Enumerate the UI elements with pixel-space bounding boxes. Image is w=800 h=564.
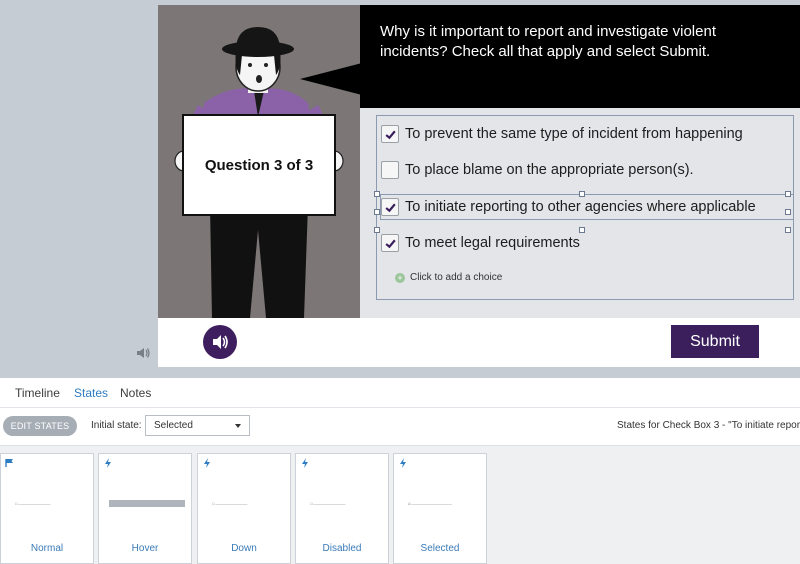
answers-panel: To prevent the same type of incident fro…: [360, 108, 800, 318]
slide: Question 3 of 3 Why is it important to r…: [158, 5, 800, 367]
resize-handle[interactable]: [374, 191, 380, 197]
state-label: Normal: [30, 543, 64, 554]
checkbox[interactable]: [381, 125, 399, 143]
speech-bubble-tail: [300, 63, 362, 95]
state-thumbnail-hover[interactable]: Hover: [98, 453, 192, 564]
resize-handle[interactable]: [785, 209, 791, 215]
states-toolbar: EDIT STATES Initial state: Selected Stat…: [0, 408, 800, 446]
character-panel: Question 3 of 3: [158, 5, 360, 318]
resize-handle[interactable]: [374, 227, 380, 233]
tab-states[interactable]: States: [74, 386, 108, 400]
chevron-down-icon: [235, 424, 241, 428]
state-thumbnail-normal[interactable]: ☐ ─────────────── Normal: [0, 453, 94, 564]
state-preview: [109, 500, 185, 507]
state-label: Hover: [131, 543, 159, 554]
choice-item[interactable]: To meet legal requirements: [381, 231, 580, 255]
checkbox[interactable]: [381, 198, 399, 216]
initial-state-value: Selected: [154, 420, 193, 431]
choice-label: To place blame on the appropriate person…: [405, 162, 694, 178]
flag-icon: [5, 459, 13, 467]
checkbox[interactable]: [381, 161, 399, 179]
state-preview: ☐ ───────────────: [310, 502, 346, 506]
panel-tabs: Timeline States Notes: [0, 378, 800, 408]
checkmark-icon: [384, 203, 396, 212]
state-label: Down: [231, 543, 257, 554]
checkmark-icon: [384, 130, 396, 139]
tab-timeline[interactable]: Timeline: [15, 386, 60, 400]
resize-handle[interactable]: [579, 227, 585, 233]
add-choice-link[interactable]: + Click to add a choice: [395, 272, 502, 283]
state-preview: ☐ ───────────────: [15, 502, 51, 506]
states-list: ☐ ─────────────── Normal Hover ☐ ───────…: [0, 446, 800, 564]
state-preview: ☐ ───────────────: [212, 502, 248, 506]
add-choice-label: Click to add a choice: [410, 272, 503, 283]
choice-label: To meet legal requirements: [405, 235, 580, 251]
edit-states-button[interactable]: EDIT STATES: [3, 416, 77, 436]
initial-state-label: Initial state:: [91, 420, 142, 431]
checkmark-icon: [384, 239, 396, 248]
choices-group: To prevent the same type of incident fro…: [374, 115, 794, 300]
resize-handle[interactable]: [785, 191, 791, 197]
plus-circle-icon: +: [395, 272, 405, 283]
states-for-label: States for Check Box 3 - "To initiate re…: [617, 420, 800, 431]
slide-controls: Submit: [158, 318, 800, 367]
question-panel: Why is it important to report and invest…: [360, 5, 800, 108]
state-preview: ☑ ───────────────────: [408, 502, 452, 506]
choice-item-selected[interactable]: To initiate reporting to other agencies …: [380, 194, 794, 220]
choice-label: To prevent the same type of incident fro…: [405, 126, 743, 142]
lightning-icon: [302, 458, 308, 468]
volume-icon[interactable]: [135, 346, 151, 365]
state-thumbnail-down[interactable]: ☐ ─────────────── Down: [197, 453, 291, 564]
state-label: Disabled: [322, 543, 362, 554]
lightning-icon: [400, 458, 406, 468]
initial-state-dropdown[interactable]: Selected: [145, 415, 250, 436]
speaker-icon: [213, 335, 228, 349]
state-label: Selected: [420, 543, 460, 554]
audio-button[interactable]: [203, 325, 237, 359]
tab-notes[interactable]: Notes: [120, 386, 151, 400]
choice-item[interactable]: To prevent the same type of incident fro…: [381, 122, 743, 146]
resize-handle[interactable]: [374, 209, 380, 215]
submit-button[interactable]: Submit: [671, 325, 759, 358]
checkbox[interactable]: [381, 234, 399, 252]
question-counter-sign: Question 3 of 3: [204, 156, 314, 174]
choice-item[interactable]: To place blame on the appropriate person…: [381, 158, 694, 182]
resize-handle[interactable]: [579, 191, 585, 197]
resize-handle[interactable]: [785, 227, 791, 233]
state-thumbnail-selected[interactable]: ☑ ─────────────────── Selected: [393, 453, 487, 564]
lightning-icon: [204, 458, 210, 468]
state-thumbnail-disabled[interactable]: ☐ ─────────────── Disabled: [295, 453, 389, 564]
lightning-icon: [105, 458, 111, 468]
choice-label: To initiate reporting to other agencies …: [405, 199, 756, 215]
question-text: Why is it important to report and invest…: [380, 23, 716, 60]
